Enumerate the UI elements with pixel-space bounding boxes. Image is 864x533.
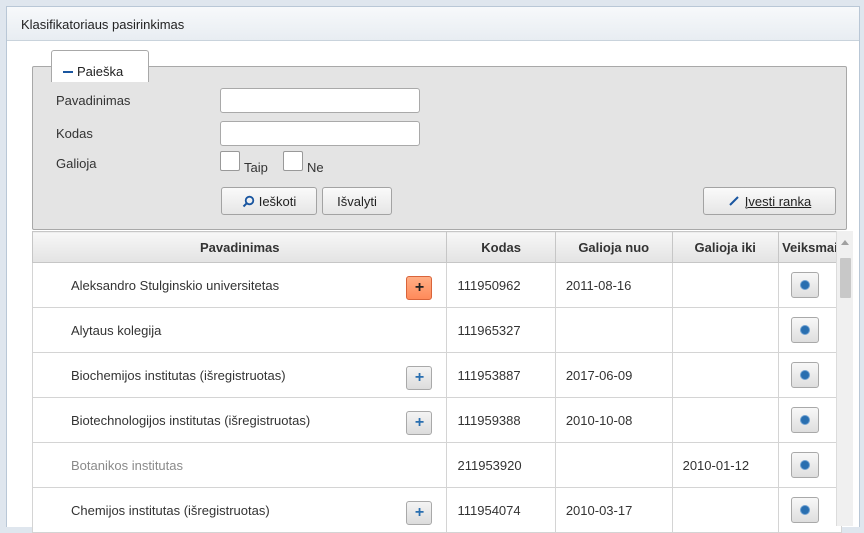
cell-code: 111959388: [446, 397, 556, 443]
select-record-button[interactable]: [790, 362, 819, 388]
cell-actions: [777, 352, 843, 398]
search-legend-label: Paieška: [77, 64, 124, 79]
select-record-button[interactable]: [790, 452, 819, 478]
collapse-icon: [63, 71, 73, 73]
code-label: Kodas: [56, 126, 93, 141]
scroll-up-icon[interactable]: [841, 240, 849, 245]
clear-button[interactable]: Išvalyti: [322, 187, 392, 215]
manual-entry-button[interactable]: Įvesti ranka: [703, 187, 836, 215]
cell-valid-to: 2010-01-12: [671, 442, 779, 488]
vertical-scrollbar[interactable]: [836, 231, 853, 526]
select-record-button[interactable]: [790, 497, 819, 523]
cell-actions: [777, 262, 843, 308]
cell-code: 111965327: [446, 307, 556, 353]
cell-valid-to: [671, 352, 779, 398]
row-name-text: Aleksandro Stulginskio universitetas: [71, 277, 280, 293]
clear-button-label: Išvalyti: [337, 193, 377, 209]
search-button[interactable]: Ieškoti: [221, 187, 317, 215]
cell-name: Botanikos institutas: [31, 442, 448, 488]
results-table: Pavadinimas Kodas Galioja nuo Galioja ik…: [31, 231, 843, 533]
search-icon: [242, 195, 254, 207]
select-record-button[interactable]: [790, 272, 819, 298]
search-legend-toggle[interactable]: Paieška: [51, 50, 149, 82]
expand-plus-button[interactable]: +: [406, 411, 433, 435]
row-name-text: Alytaus kolegija: [71, 322, 162, 338]
code-input[interactable]: [220, 121, 420, 146]
cell-actions: [777, 397, 843, 443]
table-header: Pavadinimas Kodas Galioja nuo Galioja ik…: [31, 231, 843, 263]
cell-name: Alytaus kolegija: [31, 307, 448, 353]
search-button-label: Ieškoti: [258, 193, 297, 209]
column-header-name[interactable]: Pavadinimas: [31, 231, 448, 263]
cell-valid-to: [671, 397, 779, 443]
cell-code: 111950962: [446, 262, 556, 308]
column-header-valid-from[interactable]: Galioja nuo: [554, 231, 673, 263]
column-header-actions: Veiksmai: [777, 231, 843, 263]
cell-valid-from: 2017-06-09: [554, 352, 673, 398]
manual-entry-label: Įvesti ranka: [744, 193, 812, 209]
scroll-thumb[interactable]: [840, 258, 851, 298]
cell-actions: [777, 442, 843, 488]
cell-name: Biochemijos institutas (išregistruotas) +: [31, 352, 448, 398]
column-header-valid-to[interactable]: Galioja iki: [671, 231, 779, 263]
table-row[interactable]: Biochemijos institutas (išregistruotas) +…: [31, 352, 843, 398]
table-row[interactable]: Botanikos institutas 211953920 2010-01-12: [31, 442, 843, 488]
cell-code: 211953920: [446, 442, 556, 488]
cell-valid-to: [671, 262, 779, 308]
cell-name: Aleksandro Stulginskio universitetas +: [31, 262, 448, 308]
valid-label: Galioja: [56, 156, 97, 171]
dialog-titlebar: Klasifikatoriaus pasirinkimas: [7, 7, 859, 41]
row-name-text: Biotechnologijos institutas (išregistruo…: [71, 412, 311, 428]
cell-valid-from: 2011-08-16: [554, 262, 673, 308]
select-record-button[interactable]: [790, 317, 819, 343]
pencil-icon: [729, 196, 739, 206]
cell-actions: [777, 307, 843, 353]
column-header-code[interactable]: Kodas: [446, 231, 556, 263]
yes-label: Taip: [244, 160, 268, 175]
cell-valid-from: 2010-10-08: [554, 397, 673, 443]
table-row[interactable]: Aleksandro Stulginskio universitetas +111…: [31, 262, 843, 308]
no-label: Ne: [307, 160, 324, 175]
name-label: Pavadinimas: [56, 93, 131, 108]
dialog-title: Klasifikatoriaus pasirinkimas: [21, 17, 185, 32]
expand-plus-button[interactable]: +: [406, 276, 433, 300]
select-record-button[interactable]: [790, 407, 819, 433]
row-name-text: Chemijos institutas (išregistruotas): [71, 502, 270, 518]
row-name-text: Botanikos institutas: [71, 457, 184, 473]
cell-valid-to: [671, 307, 779, 353]
cell-valid-from: [554, 307, 673, 353]
expand-plus-button[interactable]: +: [406, 501, 433, 525]
expand-plus-button[interactable]: +: [406, 366, 433, 390]
row-name-text: Biochemijos institutas (išregistruotas): [71, 367, 286, 383]
table-row[interactable]: Biotechnologijos institutas (išregistruo…: [31, 397, 843, 443]
name-input[interactable]: [220, 88, 420, 113]
cell-name: Biotechnologijos institutas (išregistruo…: [31, 397, 448, 443]
cell-valid-from: [554, 442, 673, 488]
no-checkbox[interactable]: [283, 151, 303, 171]
yes-checkbox[interactable]: [220, 151, 240, 171]
table-row[interactable]: Alytaus kolegija 111965327: [31, 307, 843, 353]
cell-code: 111953887: [446, 352, 556, 398]
